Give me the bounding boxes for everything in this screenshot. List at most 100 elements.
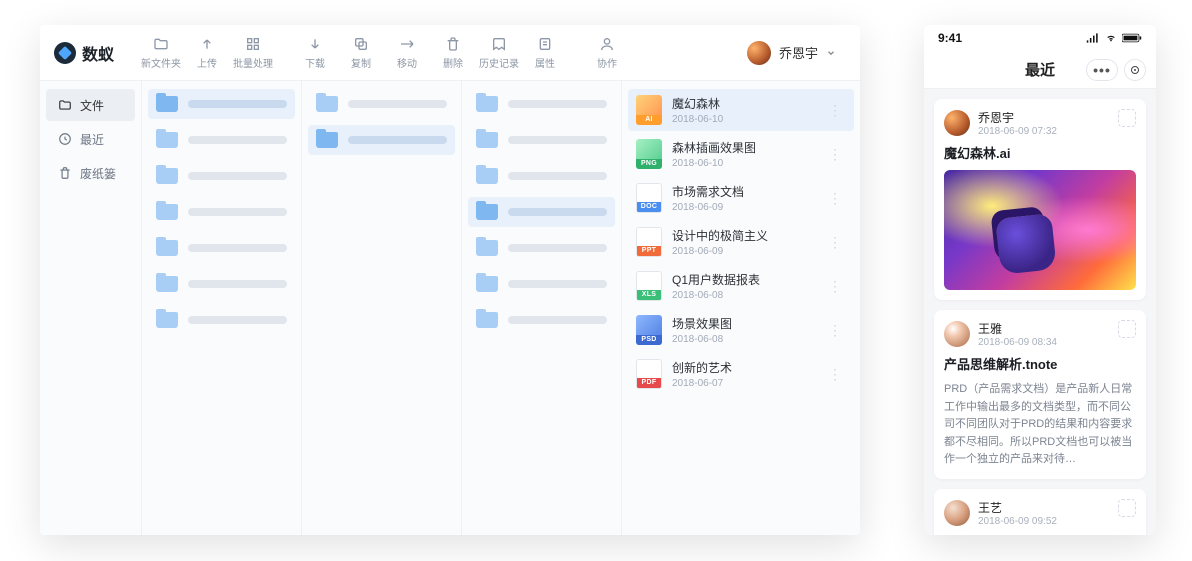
mobile-screen: 9:41 最近 ••• 乔恩宇2018-06-09 07:32魔幻森林.ai王雅…	[924, 25, 1156, 535]
folder-icon	[316, 96, 338, 112]
file-row[interactable]: PNG 森林插画效果图2018-06-10 ⋮	[628, 133, 854, 175]
folder-icon	[156, 132, 178, 148]
folder-label-placeholder	[508, 172, 607, 180]
folder-row[interactable]	[148, 305, 295, 335]
folder-icon	[58, 98, 72, 112]
delete-button[interactable]: 删除	[430, 36, 476, 70]
file-more-button[interactable]: ⋮	[824, 278, 846, 295]
file-date: 2018-06-07	[672, 378, 814, 389]
folder-label-placeholder	[508, 244, 607, 252]
sidebar-item-trash[interactable]: 废纸篓	[46, 157, 135, 189]
user-menu[interactable]: 乔恩宇	[743, 37, 846, 69]
card-user: 乔恩宇	[978, 109, 1057, 126]
folder-row[interactable]	[468, 233, 615, 263]
status-icons	[1086, 33, 1142, 43]
file-type-tag: PNG	[636, 159, 662, 169]
card-head: 王雅2018-06-09 08:34	[944, 320, 1136, 348]
file-row[interactable]: AI魔幻森林2018-06-10⋮	[628, 89, 854, 131]
folder-row[interactable]	[468, 197, 615, 227]
card-title: 精于心简于形.pdf	[944, 533, 1136, 535]
card-action-icon[interactable]	[1118, 109, 1136, 127]
folder-row[interactable]	[468, 269, 615, 299]
brand-logo-icon	[54, 42, 76, 64]
file-more-button[interactable]: ⋮	[824, 366, 846, 383]
download-button[interactable]: 下载	[292, 36, 338, 70]
toolbar-group-action: 下载 复制 移动 删除 历史记录 属性	[292, 36, 568, 70]
file-column[interactable]: AI魔幻森林2018-06-10⋮PNG森林插画效果图2018-06-10⋮DO…	[622, 81, 860, 535]
feed-card[interactable]: 乔恩宇2018-06-09 07:32魔幻森林.ai	[934, 99, 1146, 300]
collaborate-button[interactable]: 协作	[584, 36, 630, 70]
file-meta: 设计中的极简主义2018-06-09	[672, 227, 814, 257]
wifi-icon	[1104, 33, 1118, 43]
file-meta: 森林插画效果图2018-06-10	[672, 139, 814, 169]
file-row[interactable]: PPT 设计中的极简主义2018-06-09 ⋮	[628, 221, 854, 263]
user-icon	[599, 36, 615, 52]
dots-icon: •••	[1093, 62, 1111, 78]
folder-label-placeholder	[508, 280, 607, 288]
folder-icon	[476, 276, 498, 292]
grid-icon	[245, 36, 261, 52]
folder-label-placeholder	[348, 136, 447, 144]
folder-row[interactable]	[468, 125, 615, 155]
card-head: 王艺2018-06-09 09:52	[944, 499, 1136, 527]
folder-column-3[interactable]	[462, 81, 622, 535]
main-body: 文件 最近 废纸篓 AI魔幻森林2018-06-10⋮PNG森林插画效果图201…	[40, 81, 860, 535]
file-row[interactable]: DOC市场需求文档2018-06-09⋮	[628, 177, 854, 219]
folder-row[interactable]	[148, 125, 295, 155]
folder-column-2[interactable]	[302, 81, 462, 535]
folder-row[interactable]	[468, 89, 615, 119]
new-folder-button[interactable]: 新文件夹	[138, 36, 184, 70]
history-button[interactable]: 历史记录	[476, 36, 522, 70]
user-avatar-icon	[747, 41, 771, 65]
file-more-button[interactable]: ⋮	[824, 102, 846, 119]
columns-view: AI魔幻森林2018-06-10⋮PNG森林插画效果图2018-06-10⋮DO…	[142, 81, 860, 535]
folder-row[interactable]	[148, 161, 295, 191]
card-action-icon[interactable]	[1118, 320, 1136, 338]
folder-icon	[316, 132, 338, 148]
nav-more-button[interactable]: •••	[1086, 59, 1118, 81]
file-name: 森林插画效果图	[672, 139, 814, 156]
sidebar-item-files[interactable]: 文件	[46, 89, 135, 121]
copy-button[interactable]: 复制	[338, 36, 384, 70]
move-button[interactable]: 移动	[384, 36, 430, 70]
file-more-button[interactable]: ⋮	[824, 190, 846, 207]
signal-icon	[1086, 33, 1100, 43]
folder-row[interactable]	[148, 89, 295, 119]
folder-row[interactable]	[148, 233, 295, 263]
folder-row[interactable]	[308, 125, 455, 155]
file-row[interactable]: PSD场景效果图2018-06-08⋮	[628, 309, 854, 351]
folder-row[interactable]	[148, 197, 295, 227]
file-date: 2018-06-09	[672, 202, 814, 213]
file-name: 市场需求文档	[672, 183, 814, 200]
file-name: 设计中的极简主义	[672, 227, 814, 244]
card-action-icon[interactable]	[1118, 499, 1136, 517]
file-more-button[interactable]: ⋮	[824, 146, 846, 163]
folder-row[interactable]	[468, 305, 615, 335]
card-head: 乔恩宇2018-06-09 07:32	[944, 109, 1136, 137]
copy-icon	[353, 36, 369, 52]
properties-button[interactable]: 属性	[522, 36, 568, 70]
folder-icon	[476, 132, 498, 148]
folder-row[interactable]	[308, 89, 455, 119]
file-row[interactable]: XLSQ1用户数据报表2018-06-08⋮	[628, 265, 854, 307]
file-meta: 创新的艺术2018-06-07	[672, 359, 814, 389]
desktop-window: 数蚁 新文件夹 上传 批量处理 下载 复制	[40, 25, 860, 535]
file-more-button[interactable]: ⋮	[824, 322, 846, 339]
file-more-button[interactable]: ⋮	[824, 234, 846, 251]
folder-column-1[interactable]	[142, 81, 302, 535]
feed-card[interactable]: 王雅2018-06-09 08:34产品思维解析.tnotePRD（产品需求文档…	[934, 310, 1146, 479]
folder-icon	[476, 204, 498, 220]
sidebar-item-recent[interactable]: 最近	[46, 123, 135, 155]
avatar-icon	[944, 500, 970, 526]
mobile-feed[interactable]: 乔恩宇2018-06-09 07:32魔幻森林.ai王雅2018-06-09 0…	[924, 89, 1156, 535]
nav-target-button[interactable]	[1124, 59, 1146, 81]
folder-row[interactable]	[468, 161, 615, 191]
trash-icon	[58, 166, 72, 180]
upload-button[interactable]: 上传	[184, 36, 230, 70]
folder-row[interactable]	[148, 269, 295, 299]
batch-button[interactable]: 批量处理	[230, 36, 276, 70]
folder-icon	[476, 240, 498, 256]
file-row[interactable]: PDF创新的艺术2018-06-07⋮	[628, 353, 854, 395]
feed-card[interactable]: 王艺2018-06-09 09:52 精于心简于形.pdf	[934, 489, 1146, 535]
file-type-tag: PPT	[637, 246, 661, 256]
